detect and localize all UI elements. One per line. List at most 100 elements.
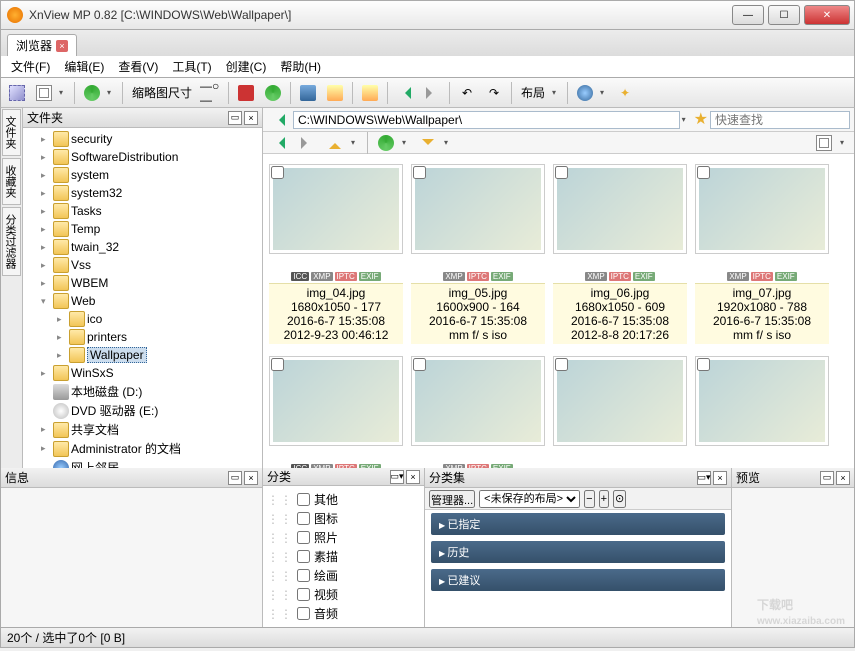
tool-stop[interactable] [234, 81, 258, 105]
dropdown-icon[interactable]: ▾ [59, 88, 69, 97]
nav-back[interactable] [393, 81, 417, 105]
tool-select[interactable] [5, 81, 29, 105]
favorite-icon[interactable]: ★ [694, 112, 708, 128]
tool-refresh[interactable] [80, 81, 104, 105]
tree-item[interactable]: twain_32 [41, 238, 260, 256]
thumbnail-checkbox[interactable] [271, 358, 284, 371]
br-filter[interactable] [416, 131, 440, 155]
tool-convert[interactable] [358, 81, 382, 105]
tree-item[interactable]: SoftwareDistribution [41, 148, 260, 166]
category-item[interactable]: ⋮⋮素描 [267, 547, 420, 566]
tree-item[interactable]: Tasks [41, 202, 260, 220]
menu-help[interactable]: 帮助(H) [274, 56, 327, 77]
category-item[interactable]: ⋮⋮其他 [267, 490, 420, 509]
panel-menu-button[interactable]: ▭▾ [697, 471, 711, 485]
panel-undock-button[interactable]: ▭ [228, 111, 242, 125]
nav-rotate-left[interactable]: ↶ [455, 81, 479, 105]
menu-edit[interactable]: 编辑(E) [58, 56, 110, 77]
thumbnail-item[interactable]: XMPIPTCEXIFimg_06.jpg1680x1050 - 6092016… [553, 164, 687, 344]
remove-button[interactable]: − [584, 490, 594, 508]
nav-forward[interactable] [420, 81, 444, 105]
panel-undock-button[interactable]: ▭ [820, 471, 834, 485]
tool-play[interactable] [261, 81, 285, 105]
thumbnail-checkbox[interactable] [697, 166, 710, 179]
dropdown-icon[interactable]: ▾ [840, 138, 850, 147]
acc-suggested[interactable]: 已建议 [431, 569, 725, 591]
thumbnail-checkbox[interactable] [697, 358, 710, 371]
thumbnail-checkbox[interactable] [413, 358, 426, 371]
tree-item[interactable]: WBEM [41, 274, 260, 292]
thumbnail-item[interactable]: ICCXMPIPTCEXIFimg_04.jpg1680x1050 - 1772… [269, 164, 403, 344]
manager-button[interactable]: 管理器... [429, 490, 475, 508]
category-item[interactable]: ⋮⋮音频 [267, 604, 420, 623]
panel-close-button[interactable]: × [406, 470, 420, 484]
dropdown-icon[interactable]: ▾ [107, 88, 117, 97]
panel-undock-button[interactable]: ▭ [228, 471, 242, 485]
path-input[interactable] [293, 111, 680, 129]
category-checkbox[interactable] [297, 493, 310, 506]
tree-item[interactable]: WinSxS [41, 364, 260, 382]
thumbnail-item[interactable]: XMPIPTCEXIF [411, 356, 545, 468]
tree-item[interactable]: DVD 驱动器 (E:) [41, 401, 260, 420]
panel-close-button[interactable]: × [244, 111, 258, 125]
tree-item[interactable]: Temp [41, 220, 260, 238]
br-sort[interactable] [374, 131, 398, 155]
dropdown-icon[interactable]: ▾ [351, 138, 361, 147]
dropdown-icon[interactable]: ▾ [552, 88, 562, 97]
layout-select[interactable]: <未保存的布局> [479, 490, 580, 508]
dropdown-icon[interactable]: ▾ [402, 138, 412, 147]
tree-item[interactable]: 本地磁盘 (D:) [41, 382, 260, 401]
br-forward[interactable] [295, 131, 319, 155]
panel-close-button[interactable]: × [244, 471, 258, 485]
thumbnail-item[interactable]: XMPIPTCEXIFimg_05.jpg1600x900 - 1642016-… [411, 164, 545, 344]
category-checkbox[interactable] [297, 588, 310, 601]
minimize-button[interactable]: — [732, 5, 764, 25]
thumbnail-checkbox[interactable] [413, 166, 426, 179]
tree-item[interactable]: Administrator 的文档 [41, 439, 260, 458]
category-checkbox[interactable] [297, 607, 310, 620]
tab-browser[interactable]: 浏览器 × [7, 34, 77, 56]
close-button[interactable]: ✕ [804, 5, 850, 25]
br-back[interactable] [267, 131, 291, 155]
tree-item[interactable]: Vss [41, 256, 260, 274]
category-item[interactable]: ⋮⋮图标 [267, 509, 420, 528]
thumbnail-checkbox[interactable] [271, 166, 284, 179]
tool-settings[interactable] [573, 81, 597, 105]
dropdown-icon[interactable]: ▾ [600, 88, 610, 97]
menu-view[interactable]: 查看(V) [112, 56, 164, 77]
quick-search-input[interactable] [710, 111, 850, 129]
category-checkbox[interactable] [297, 550, 310, 563]
tree-item[interactable]: ico [57, 310, 260, 328]
br-view-mode[interactable] [812, 131, 836, 155]
category-checkbox[interactable] [297, 512, 310, 525]
category-list[interactable]: ⋮⋮其他⋮⋮图标⋮⋮照片⋮⋮素描⋮⋮绘画⋮⋮视频⋮⋮音频 [263, 486, 424, 627]
sidetab-folders[interactable]: 文件夹 [2, 109, 21, 156]
apply-button[interactable]: ⊙ [613, 490, 626, 508]
maximize-button[interactable]: ☐ [768, 5, 800, 25]
tool-about[interactable]: ✦ [613, 81, 637, 105]
menu-create[interactable]: 创建(C) [220, 56, 273, 77]
category-checkbox[interactable] [297, 531, 310, 544]
panel-menu-button[interactable]: ▭▾ [390, 470, 404, 484]
tree-item[interactable]: security [41, 130, 260, 148]
folder-tree[interactable]: securitySoftwareDistributionsystemsystem… [23, 128, 262, 468]
nav-rotate-right[interactable]: ↷ [482, 81, 506, 105]
sidetab-favorites[interactable]: 收藏夹 [2, 158, 21, 205]
thumbnail-checkbox[interactable] [555, 358, 568, 371]
tree-item[interactable]: Wallpaper [57, 346, 260, 364]
category-item[interactable]: ⋮⋮照片 [267, 528, 420, 547]
path-history-dropdown[interactable]: ▾ [682, 115, 692, 124]
dropdown-icon[interactable]: ▾ [444, 138, 454, 147]
acc-assigned[interactable]: 已指定 [431, 513, 725, 535]
tree-item[interactable]: printers [57, 328, 260, 346]
tree-item[interactable]: Web [41, 292, 260, 310]
tree-item[interactable]: system32 [41, 184, 260, 202]
thumbnail-item[interactable] [553, 356, 687, 468]
panel-close-button[interactable]: × [836, 471, 850, 485]
tool-edit-image[interactable] [323, 81, 347, 105]
tool-capture[interactable] [296, 81, 320, 105]
path-back[interactable] [267, 108, 291, 132]
tree-item[interactable]: 网上邻居 [41, 458, 260, 468]
tree-item[interactable]: system [41, 166, 260, 184]
thumbnail-item[interactable] [695, 356, 829, 468]
